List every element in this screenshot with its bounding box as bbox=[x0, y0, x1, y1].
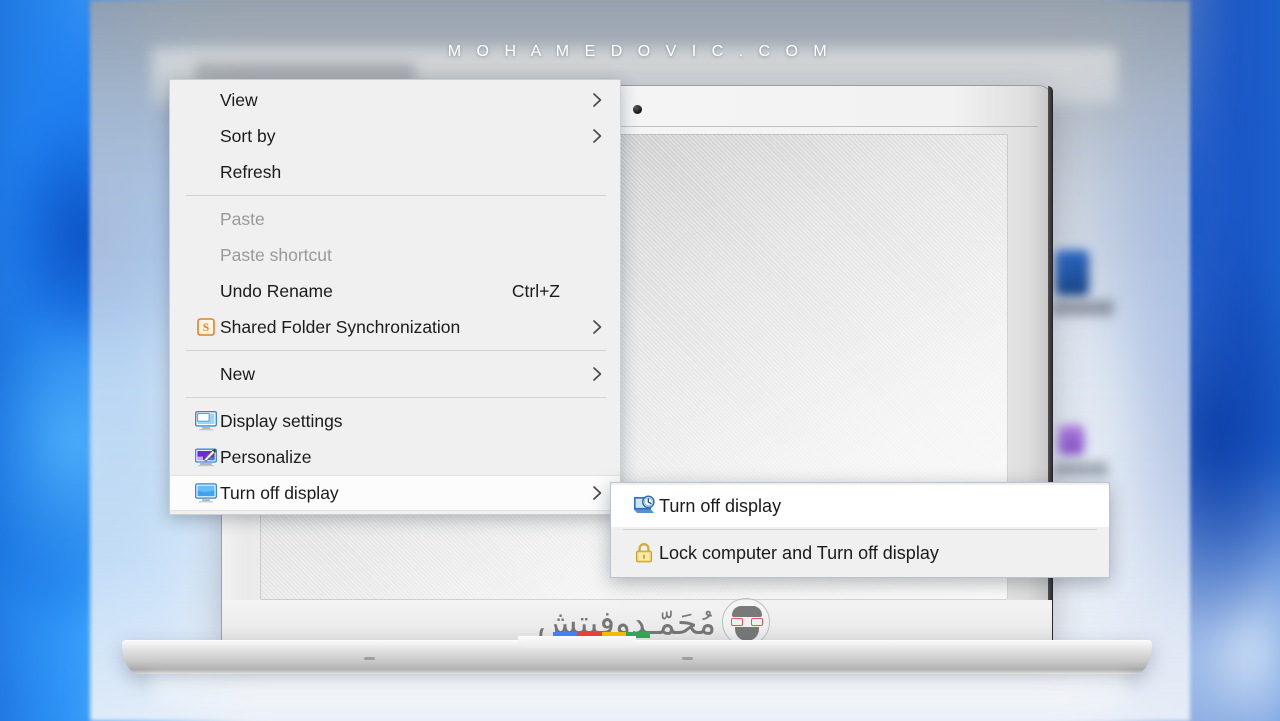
chevron-right-icon bbox=[588, 319, 606, 335]
menu-item-turn-off-display[interactable]: Turn off display bbox=[170, 475, 620, 511]
menu-item-shared-folder-synchronization[interactable]: S Shared Folder Synchronization bbox=[170, 309, 620, 345]
site-watermark: M O H A M E D O V I C . C O M bbox=[447, 43, 833, 60]
menu-item-label: Sort by bbox=[220, 125, 276, 146]
menu-item-label: Refresh bbox=[220, 161, 282, 182]
desktop-scene: مُحَمّـدوفيتش M O H A M E D O V I C . C … bbox=[0, 0, 1280, 721]
menu-item-label: View bbox=[220, 89, 258, 110]
menu-item-display-settings[interactable]: Display settings bbox=[170, 403, 620, 439]
menu-item-new[interactable]: New bbox=[170, 356, 620, 392]
laptop-base-notch bbox=[518, 636, 636, 648]
menu-item-paste: Paste bbox=[170, 201, 620, 237]
submenu-item-label: Lock computer and Turn off display bbox=[659, 542, 939, 563]
menu-item-label: Display settings bbox=[220, 410, 343, 431]
chevron-right-icon bbox=[588, 366, 606, 382]
menu-separator bbox=[186, 397, 606, 398]
monitor-blue-icon bbox=[192, 483, 220, 503]
chevron-right-icon bbox=[588, 128, 606, 144]
menu-item-paste-shortcut: Paste shortcut bbox=[170, 237, 620, 273]
svg-text:S: S bbox=[203, 322, 209, 334]
menu-item-undo-rename[interactable]: Undo Rename Ctrl+Z bbox=[170, 273, 620, 309]
menu-item-label: Paste bbox=[220, 208, 265, 229]
laptop-base-foot bbox=[682, 657, 693, 660]
menu-item-personalize[interactable]: Personalize bbox=[170, 439, 620, 475]
submenu-item-turn-off-display[interactable]: Turn off display bbox=[611, 485, 1109, 527]
desktop-context-menu[interactable]: View Sort by Refresh Paste Paste shortcut Und… bbox=[169, 79, 621, 515]
menu-item-label: Turn off display bbox=[220, 482, 339, 503]
menu-item-view[interactable]: View bbox=[170, 82, 620, 118]
turn-off-display-submenu[interactable]: Turn off display Lock computer and Turn o… bbox=[610, 482, 1110, 578]
menu-item-label: New bbox=[220, 363, 256, 384]
chevron-right-icon bbox=[588, 485, 606, 501]
bearded-face-icon bbox=[722, 598, 770, 646]
submenu-item-label: Turn off display bbox=[659, 495, 782, 516]
monitor-clock-icon bbox=[629, 495, 659, 517]
laptop-base-foot bbox=[364, 657, 375, 660]
menu-item-sort-by[interactable]: Sort by bbox=[170, 118, 620, 154]
synology-s-icon: S bbox=[192, 318, 220, 336]
background-desktop-icon bbox=[1058, 425, 1084, 455]
menu-separator bbox=[186, 195, 606, 196]
monitor-window-icon bbox=[192, 411, 220, 431]
menu-item-label: Undo Rename bbox=[220, 280, 333, 301]
menu-item-label: Shared Folder Synchronization bbox=[220, 316, 461, 337]
menu-item-label: Personalize bbox=[220, 446, 312, 467]
background-desktop-icon-label bbox=[1054, 462, 1108, 476]
laptop-base bbox=[122, 636, 1152, 674]
background-desktop-icon-label bbox=[1052, 300, 1114, 316]
menu-item-label: Paste shortcut bbox=[220, 244, 332, 265]
background-desktop-icon bbox=[1055, 250, 1089, 296]
menu-separator bbox=[186, 350, 606, 351]
submenu-item-lock-computer-and-turn-off-display[interactable]: Lock computer and Turn off display bbox=[611, 532, 1109, 574]
menu-item-refresh[interactable]: Refresh bbox=[170, 154, 620, 190]
menu-separator bbox=[623, 529, 1097, 530]
laptop-reflection bbox=[150, 674, 1125, 720]
webcam-icon bbox=[633, 105, 642, 114]
chevron-right-icon bbox=[588, 92, 606, 108]
lock-icon bbox=[629, 542, 659, 564]
monitor-brush-icon bbox=[192, 447, 220, 467]
keyboard-shortcut: Ctrl+Z bbox=[511, 280, 560, 301]
